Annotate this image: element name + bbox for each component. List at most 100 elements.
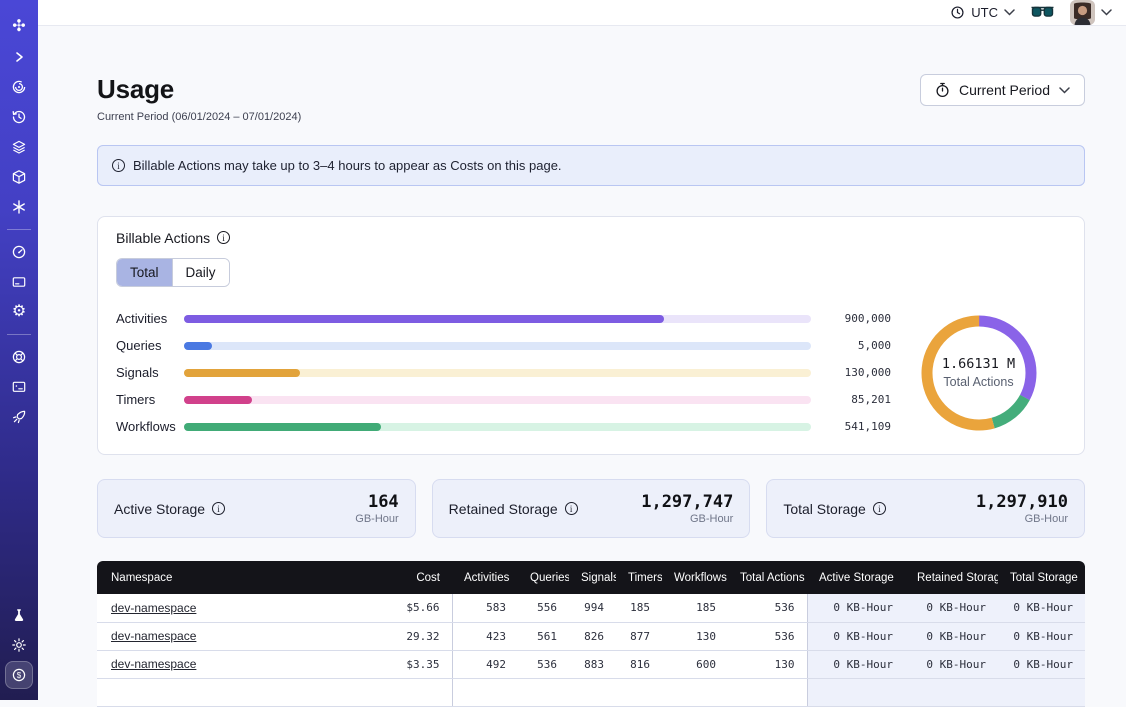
bar-fill bbox=[184, 369, 300, 377]
retained-storage-card: Retained Storage i 1,297,747 GB-Hour bbox=[432, 479, 751, 538]
bar-value: 5,000 bbox=[811, 339, 891, 352]
period-selector-button[interactable]: Current Period bbox=[920, 74, 1085, 106]
bar-label: Activities bbox=[116, 311, 184, 326]
support-lifebuoy-icon[interactable] bbox=[5, 343, 33, 371]
rocket-icon[interactable] bbox=[5, 403, 33, 431]
cell-retained-storage: 0 KB-Hour bbox=[905, 622, 998, 650]
total-storage-card: Total Storage i 1,297,910 GB-Hour bbox=[766, 479, 1085, 538]
cell-active-storage: 0 KB-Hour bbox=[807, 622, 905, 650]
billable-actions-card: Billable Actions i Total Daily Activitie… bbox=[97, 216, 1085, 455]
tab-total[interactable]: Total bbox=[117, 259, 172, 286]
table-header-row: NamespaceCostActivitiesQueriesSignalsTim… bbox=[97, 561, 1085, 594]
terminal-icon[interactable] bbox=[5, 373, 33, 401]
asterisk-icon[interactable] bbox=[5, 193, 33, 221]
namespace-link[interactable]: dev-namespace bbox=[111, 657, 196, 671]
tab-daily[interactable]: Daily bbox=[172, 259, 229, 286]
column-header-cost: Cost bbox=[360, 561, 452, 594]
cell-timers: 816 bbox=[616, 650, 662, 678]
storage-card-value: 164 bbox=[355, 492, 398, 512]
cube-icon[interactable] bbox=[5, 163, 33, 191]
cell-queries: 556 bbox=[518, 594, 569, 622]
cell-cost: $3.35 bbox=[360, 650, 452, 678]
namespace-link[interactable]: dev-namespace bbox=[111, 601, 196, 615]
storage-summary-row: Active Storage i 164 GB-Hour Retained St… bbox=[97, 479, 1085, 538]
cell-empty bbox=[728, 678, 807, 706]
column-header-retained-storage: Retained Storage bbox=[905, 561, 998, 594]
cell-queries: 536 bbox=[518, 650, 569, 678]
storage-card-unit: GB-Hour bbox=[641, 513, 733, 525]
storage-card-unit: GB-Hour bbox=[976, 513, 1068, 525]
cell-empty bbox=[452, 678, 518, 706]
cell-workflows: 600 bbox=[662, 650, 728, 678]
namespaces-swirl-icon[interactable] bbox=[5, 73, 33, 101]
settings-gear-icon[interactable]: ⚙ bbox=[5, 298, 33, 326]
chevron-down-icon bbox=[1059, 87, 1070, 94]
table-row: dev-namespace$5.665835569941851855360 KB… bbox=[97, 594, 1085, 622]
storage-card-value: 1,297,910 bbox=[976, 492, 1068, 512]
cell-signals: 826 bbox=[569, 622, 616, 650]
cell-activities: 583 bbox=[452, 594, 518, 622]
storage-card-label: Active Storage bbox=[114, 501, 205, 517]
page-subtitle: Current Period (06/01/2024 – 07/01/2024) bbox=[97, 111, 301, 123]
cell-workflows: 185 bbox=[662, 594, 728, 622]
column-header-total-storage: Total Storage bbox=[998, 561, 1085, 594]
bar-label: Workflows bbox=[116, 419, 184, 434]
schedule-clock-icon[interactable] bbox=[5, 103, 33, 131]
labs-flask-icon[interactable] bbox=[5, 601, 33, 629]
account-menu[interactable] bbox=[1070, 0, 1112, 25]
column-header-workflows: Workflows bbox=[662, 561, 728, 594]
cell-timers: 877 bbox=[616, 622, 662, 650]
billing-coin-icon[interactable]: $ bbox=[5, 661, 33, 689]
bar-row-timers: Timers85,201 bbox=[116, 386, 891, 413]
table-row: dev-namespace$3.354925368838166001300 KB… bbox=[97, 650, 1085, 678]
layers-icon[interactable] bbox=[5, 133, 33, 161]
storage-card-unit: GB-Hour bbox=[355, 513, 398, 525]
bar-label: Signals bbox=[116, 365, 184, 380]
bar-chart: Activities 900,000 Queries5,000Signals130,… bbox=[116, 305, 891, 440]
cell-signals: 883 bbox=[569, 650, 616, 678]
bar-track bbox=[184, 423, 811, 431]
info-icon[interactable]: i bbox=[873, 502, 886, 515]
column-header-activities: Activities bbox=[452, 561, 518, 594]
info-icon[interactable]: i bbox=[565, 502, 578, 515]
cell-empty bbox=[518, 678, 569, 706]
topbar: UTC bbox=[38, 0, 1126, 26]
cell-empty bbox=[616, 678, 662, 706]
cell-total-storage: 0 KB-Hour bbox=[998, 622, 1085, 650]
column-header-signals: Signals bbox=[569, 561, 616, 594]
namespace-link[interactable]: dev-namespace bbox=[111, 629, 196, 643]
sidebar: ✣ ⚙ bbox=[0, 0, 38, 700]
bar-value: 900,000 bbox=[811, 312, 891, 325]
theme-sun-icon[interactable] bbox=[5, 631, 33, 659]
timezone-selector[interactable]: UTC bbox=[950, 5, 1015, 20]
cell-total-storage: 0 KB-Hour bbox=[998, 594, 1085, 622]
cell-timers: 185 bbox=[616, 594, 662, 622]
cell-empty bbox=[97, 678, 360, 706]
bar-row-activities: Activities 900,000 bbox=[116, 305, 891, 332]
usage-gauge-icon[interactable] bbox=[5, 238, 33, 266]
cell-active-storage: 0 KB-Hour bbox=[807, 594, 905, 622]
bar-row-signals: Signals130,000 bbox=[116, 359, 891, 386]
temporal-logo-icon[interactable]: ✣ bbox=[5, 13, 33, 41]
bar-track bbox=[184, 396, 811, 404]
storage-card-value: 1,297,747 bbox=[641, 492, 733, 512]
info-icon[interactable]: i bbox=[212, 502, 225, 515]
cell-signals: 994 bbox=[569, 594, 616, 622]
page-title: Usage bbox=[97, 74, 301, 105]
glasses-icon[interactable] bbox=[1031, 6, 1054, 19]
bar-row-queries: Queries5,000 bbox=[116, 332, 891, 359]
timezone-label: UTC bbox=[971, 5, 998, 20]
cell-activities: 492 bbox=[452, 650, 518, 678]
stopwatch-icon bbox=[935, 82, 950, 98]
cell-empty bbox=[905, 678, 998, 706]
donut-chart: 1.66131 M Total Actions bbox=[891, 315, 1066, 431]
credit-card-icon[interactable] bbox=[5, 268, 33, 296]
bar-track bbox=[184, 342, 811, 350]
info-icon: i bbox=[112, 159, 125, 172]
column-header-timers: Timers bbox=[616, 561, 662, 594]
cell-empty bbox=[569, 678, 616, 706]
chevron-right-icon[interactable] bbox=[5, 43, 33, 71]
info-icon[interactable]: i bbox=[217, 231, 230, 244]
bar-fill bbox=[184, 396, 252, 404]
app-window: ✣ ⚙ bbox=[0, 0, 1126, 700]
